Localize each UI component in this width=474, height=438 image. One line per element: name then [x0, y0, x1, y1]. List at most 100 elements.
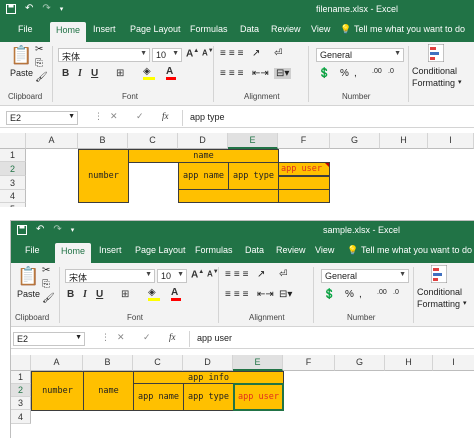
customize-qat-icon[interactable]: ▾ [60, 5, 64, 13]
column-header[interactable]: B [78, 133, 128, 149]
tab-file[interactable]: File [18, 24, 33, 34]
row-header[interactable]: 4 [11, 410, 31, 424]
decrease-font-icon[interactable]: A▼ [202, 48, 214, 58]
paste-icon[interactable]: 📋 [10, 46, 32, 64]
wrap-text-icon[interactable]: ⏎ [274, 48, 282, 59]
column-header[interactable]: F [283, 355, 335, 371]
merge-center-icon[interactable]: ⊟▾ [274, 68, 292, 79]
top-align-icons[interactable]: ≡≡≡ [225, 269, 252, 280]
tell-me-box[interactable]: Tell me what you want to do [361, 245, 472, 255]
percent-icon[interactable]: % [345, 289, 354, 300]
increase-decimal-icon[interactable]: .00 [372, 68, 382, 75]
insert-function-icon[interactable]: fx [169, 332, 176, 342]
row-header[interactable]: 4 [0, 190, 26, 203]
undo-icon[interactable]: ↶ [25, 3, 33, 14]
italic-button[interactable]: I [78, 68, 82, 79]
cut-icon[interactable]: ✂ [35, 44, 43, 55]
cell-app-type[interactable]: app type [183, 383, 234, 411]
column-header[interactable]: A [31, 355, 83, 371]
font-size-select[interactable]: 10 ▼ [157, 269, 187, 283]
row-header[interactable]: 3 [11, 397, 31, 410]
comma-style-icon[interactable]: , [354, 68, 357, 79]
tab-page-layout[interactable]: Page Layout [130, 24, 181, 34]
conditional-formatting-icon[interactable] [428, 44, 444, 62]
chevron-down-icon[interactable]: ▾ [458, 78, 462, 86]
font-color-icon[interactable]: A [166, 66, 176, 80]
row-header[interactable]: 2 [0, 162, 26, 176]
comma-style-icon[interactable]: , [359, 289, 362, 300]
tab-review[interactable]: Review [271, 24, 301, 34]
save-icon[interactable] [17, 224, 27, 235]
cell-name[interactable]: name [83, 371, 134, 411]
increase-decimal-icon[interactable]: .00 [377, 289, 387, 296]
cell-app-name[interactable]: app name [178, 162, 229, 190]
percent-icon[interactable]: % [340, 68, 349, 79]
font-color-icon[interactable]: A [171, 287, 181, 301]
column-header[interactable]: E [228, 133, 278, 149]
name-box[interactable]: E2 ▼ [6, 111, 78, 125]
cell-number[interactable]: number [78, 149, 129, 203]
tab-data[interactable]: Data [245, 245, 264, 255]
cell-number[interactable]: number [31, 371, 84, 411]
tab-home[interactable]: Home [50, 22, 87, 42]
horizontal-align-icons[interactable]: ≡≡≡ [225, 289, 252, 300]
tab-view[interactable]: View [315, 245, 334, 255]
tab-insert[interactable]: Insert [93, 24, 116, 34]
enter-icon[interactable]: ✓ [143, 332, 151, 343]
underline-button[interactable]: U [91, 68, 98, 79]
column-header[interactable]: C [128, 133, 178, 149]
cancel-icon[interactable]: ✕ [110, 111, 118, 122]
tab-view[interactable]: View [311, 24, 330, 34]
column-header[interactable]: G [330, 133, 380, 149]
conditional-formatting-label-2[interactable]: Formatting [417, 299, 460, 309]
column-header[interactable]: F [278, 133, 330, 149]
tab-data[interactable]: Data [240, 24, 259, 34]
paste-label[interactable]: Paste [17, 289, 40, 299]
format-painter-icon[interactable]: 🖌 [42, 293, 55, 304]
cell-app-user[interactable]: app user [278, 162, 330, 176]
paste-icon[interactable]: 📋 [17, 267, 39, 285]
conditional-formatting-icon[interactable] [431, 265, 447, 283]
row-header[interactable]: 3 [0, 176, 26, 190]
orientation-icon[interactable]: ↗ [252, 48, 260, 59]
column-header[interactable]: A [26, 133, 78, 149]
decrease-font-icon[interactable]: A▼ [207, 269, 219, 279]
number-format-select[interactable]: General ▼ [316, 48, 404, 62]
tab-home[interactable]: Home [55, 243, 92, 263]
indent-icons[interactable]: ⇤⇥ [252, 68, 269, 79]
row-header[interactable]: 5 [0, 203, 26, 207]
accounting-format-icon[interactable]: 💲 [323, 289, 335, 300]
enter-icon[interactable]: ✓ [136, 111, 144, 122]
decrease-decimal-icon[interactable]: .0 [388, 68, 394, 75]
column-header[interactable]: E [233, 355, 283, 371]
column-header[interactable]: H [380, 133, 428, 149]
cell-empty[interactable] [178, 189, 279, 203]
fill-color-icon[interactable]: ◈ [143, 66, 155, 80]
column-header[interactable]: G [335, 355, 385, 371]
copy-icon[interactable]: ⎘ [42, 279, 50, 290]
borders-icon[interactable]: ⊞ [121, 289, 129, 300]
cell-app-user[interactable]: app user [233, 383, 284, 411]
orientation-icon[interactable]: ↗ [257, 269, 265, 280]
number-format-select[interactable]: General ▼ [321, 269, 409, 283]
tab-insert[interactable]: Insert [99, 245, 122, 255]
cancel-icon[interactable]: ✕ [117, 332, 125, 343]
redo-icon[interactable]: ↷ [53, 224, 61, 235]
font-name-select[interactable]: 宋体 ▼ [65, 269, 155, 283]
borders-icon[interactable]: ⊞ [116, 68, 124, 79]
tab-page-layout[interactable]: Page Layout [135, 245, 186, 255]
save-icon[interactable] [6, 3, 16, 14]
tab-file[interactable]: File [25, 245, 40, 255]
conditional-formatting-label-1[interactable]: Conditional [417, 287, 462, 297]
customize-qat-icon[interactable]: ▾ [71, 226, 75, 234]
font-name-select[interactable]: 宋体 ▼ [58, 48, 150, 62]
copy-icon[interactable]: ⎘ [35, 58, 43, 69]
insert-function-icon[interactable]: fx [162, 111, 169, 121]
column-header[interactable]: I [428, 133, 474, 149]
bold-button[interactable]: B [62, 68, 69, 79]
row-header[interactable]: 2 [11, 384, 31, 397]
italic-button[interactable]: I [83, 289, 87, 300]
select-all-corner[interactable] [11, 355, 31, 371]
column-header[interactable]: H [385, 355, 433, 371]
paste-label[interactable]: Paste [10, 68, 33, 78]
